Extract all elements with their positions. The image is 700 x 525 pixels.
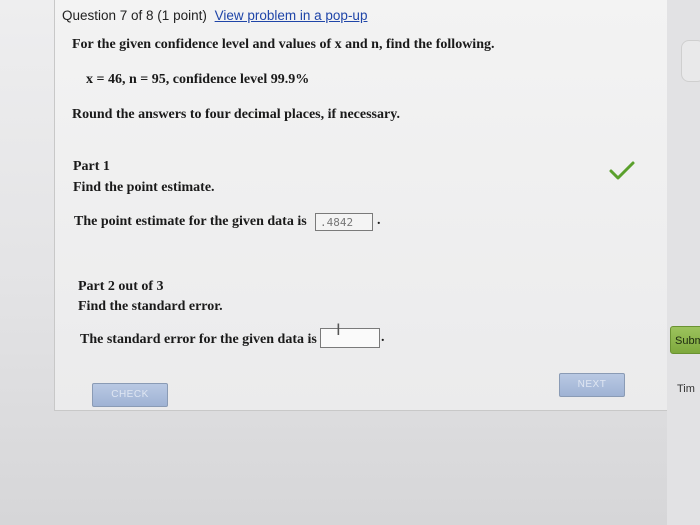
given-values: x = 46, n = 95, confidence level 99.9% bbox=[86, 72, 310, 87]
next-button[interactable]: NEXT bbox=[559, 373, 625, 397]
scroll-thumb[interactable] bbox=[681, 40, 700, 82]
part2-title: Part 2 out of 3 bbox=[78, 279, 164, 294]
popup-link[interactable]: View problem in a pop-up bbox=[215, 8, 368, 23]
question-label: Question 7 of 8 (1 point) bbox=[62, 8, 207, 23]
period: . bbox=[381, 330, 385, 345]
rounding-note: Round the answers to four decimal places… bbox=[72, 107, 400, 122]
check-icon bbox=[609, 161, 635, 180]
part2-subtitle: Find the standard error. bbox=[78, 299, 223, 314]
part1-title: Part 1 bbox=[73, 159, 110, 174]
submit-button[interactable]: Subm bbox=[670, 326, 700, 354]
check-button[interactable]: CHECK bbox=[92, 383, 168, 407]
part1-subtitle: Find the point estimate. bbox=[73, 180, 215, 195]
timer-label: Tim bbox=[677, 383, 695, 395]
standard-error-input[interactable] bbox=[320, 328, 380, 348]
question-header: Question 7 of 8 (1 point) View problem i… bbox=[62, 8, 367, 23]
text-cursor-icon: I bbox=[336, 320, 341, 339]
question-panel bbox=[54, 0, 668, 411]
point-estimate-answer: .4842 bbox=[315, 213, 373, 231]
part2-statement: The standard error for the given data is bbox=[80, 332, 317, 347]
part1-statement: The point estimate for the given data is bbox=[74, 214, 307, 229]
period: . bbox=[377, 213, 381, 228]
question-instruction: For the given confidence level and value… bbox=[72, 37, 495, 52]
